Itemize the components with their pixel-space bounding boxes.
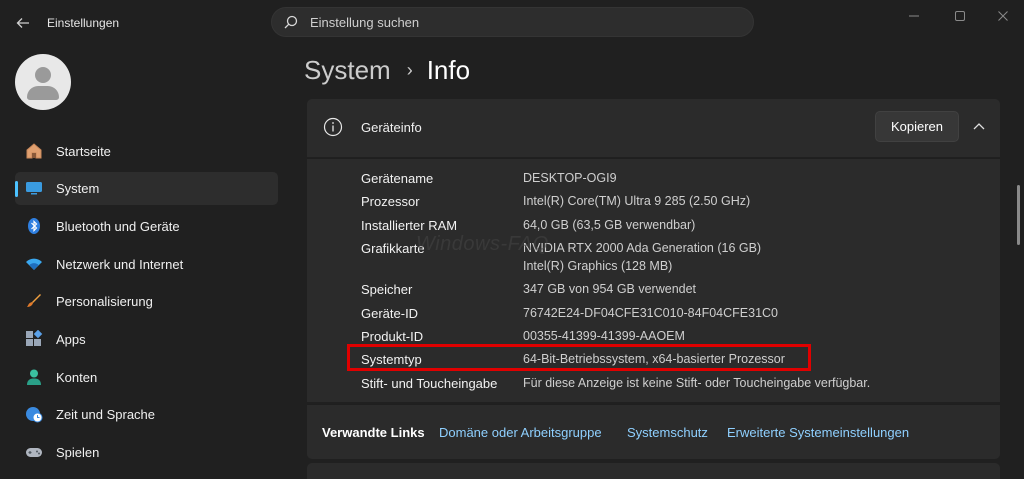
sidebar-item-zeit-sprache[interactable]: Zeit und Sprache — [15, 398, 278, 431]
title-bar: Einstellungen — [0, 0, 1024, 46]
maximize-icon — [955, 11, 965, 21]
spec-value[interactable]: 00355-41399-41399-AAOEM — [523, 329, 685, 343]
sidebar-item-label: Spielen — [56, 445, 100, 460]
sidebar-item-label: Startseite — [56, 144, 111, 159]
copy-button[interactable]: Kopieren — [875, 111, 959, 142]
related-links-title: Verwandte Links — [322, 425, 425, 440]
spec-value[interactable]: 76742E24-DF04CFE31C010-84F04CFE31C0 — [523, 306, 778, 320]
app-title: Einstellungen — [47, 16, 120, 30]
spec-value[interactable]: 347 GB von 954 GB verwendet — [523, 282, 696, 296]
brush-icon — [27, 294, 41, 307]
info-icon — [323, 117, 343, 137]
link-advanced-system-settings[interactable]: Erweiterte Systemeinstellungen — [727, 425, 909, 440]
person-icon — [27, 369, 41, 385]
gamepad-icon — [26, 448, 42, 457]
sidebar-item-spielen[interactable]: Spielen — [15, 436, 278, 469]
breadcrumb: System › Info — [304, 55, 470, 86]
sidebar-item-label: Netzwerk und Internet — [56, 257, 184, 272]
spec-value-secondary[interactable]: Intel(R) Graphics (128 MB) — [523, 259, 672, 273]
watermark: Windows-FAQ — [416, 233, 549, 255]
link-system-protection[interactable]: Systemschutz — [627, 425, 708, 440]
highlight-box — [347, 344, 811, 371]
sidebar-item-system[interactable]: System — [15, 172, 278, 205]
breadcrumb-separator: › — [406, 60, 413, 80]
sidebar-item-label: Konten — [56, 370, 98, 385]
next-card — [307, 463, 1000, 479]
spec-value[interactable]: DESKTOP-OGI9 — [523, 171, 617, 185]
device-info-title: Geräteinfo — [361, 120, 422, 135]
sidebar-item-konten[interactable]: Konten — [15, 361, 278, 394]
spec-label: Produkt-ID — [361, 329, 424, 344]
avatar[interactable] — [15, 54, 71, 110]
spec-label: Installierter RAM — [361, 218, 458, 233]
spec-label: Stift- und Toucheingabe — [361, 376, 498, 391]
sidebar-item-label: Apps — [56, 332, 86, 347]
home-icon — [26, 143, 42, 159]
monitor-icon — [26, 182, 42, 195]
bluetooth-icon — [28, 218, 40, 234]
sidebar-item-startseite[interactable]: Startseite — [15, 135, 278, 168]
apps-icon — [26, 330, 43, 346]
sidebar-item-label: System — [56, 181, 100, 196]
spec-label: Gerätename — [361, 171, 434, 186]
avatar-body — [27, 86, 59, 100]
close-icon — [998, 11, 1008, 21]
close-button[interactable] — [988, 6, 1018, 26]
spec-value[interactable]: Intel(R) Core(TM) Ultra 9 285 (2.50 GHz) — [523, 194, 750, 208]
spec-label: Speicher — [361, 282, 413, 297]
arrow-left-icon — [16, 18, 29, 28]
spec-label: Prozessor — [361, 194, 420, 209]
page-title: Info — [426, 55, 471, 85]
chevron-up-icon — [973, 123, 985, 130]
avatar-head — [35, 67, 51, 83]
sidebar-item-label: Bluetooth und Geräte — [56, 219, 180, 234]
scrollbar[interactable] — [1017, 185, 1020, 245]
sidebar-item-netzwerk[interactable]: Netzwerk und Internet — [15, 248, 278, 281]
search-box[interactable] — [271, 7, 754, 37]
active-indicator — [15, 181, 18, 197]
minimize-button[interactable] — [899, 6, 929, 26]
globe-clock-icon — [26, 407, 43, 423]
spec-value[interactable]: NVIDIA RTX 2000 Ada Generation (16 GB) — [523, 241, 761, 255]
sidebar-item-personalisierung[interactable]: Personalisierung — [15, 285, 278, 318]
spec-value[interactable]: Für diese Anzeige ist keine Stift- oder … — [523, 376, 870, 390]
sidebar-item-bluetooth[interactable]: Bluetooth und Geräte — [15, 210, 278, 243]
spec-value[interactable]: 64,0 GB (63,5 GB verwendbar) — [523, 218, 695, 232]
maximize-button[interactable] — [945, 6, 975, 26]
spec-label: Geräte-ID — [361, 306, 419, 321]
breadcrumb-parent[interactable]: System — [304, 55, 391, 86]
sidebar-item-label: Zeit und Sprache — [56, 407, 156, 422]
sidebar-item-label: Personalisierung — [56, 294, 153, 309]
device-info-header[interactable]: Geräteinfo Kopieren — [307, 99, 1000, 157]
back-button[interactable] — [10, 10, 36, 36]
search-icon — [284, 15, 298, 29]
sidebar-item-apps[interactable]: Apps — [15, 323, 278, 356]
wifi-icon — [26, 258, 42, 270]
related-links: Verwandte Links Domäne oder Arbeitsgrupp… — [307, 404, 1000, 459]
search-input[interactable] — [310, 12, 730, 32]
minimize-icon — [909, 15, 919, 17]
link-domain-workgroup[interactable]: Domäne oder Arbeitsgruppe — [439, 425, 602, 440]
collapse-button[interactable] — [969, 116, 989, 136]
